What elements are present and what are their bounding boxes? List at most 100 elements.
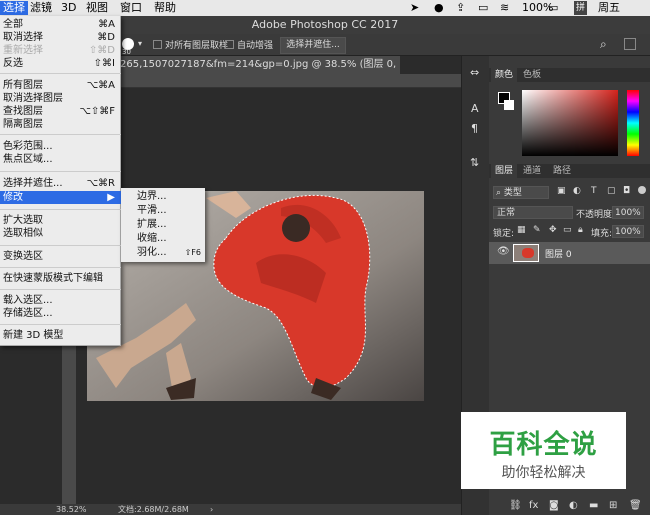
tab-color[interactable]: 颜色 [491,68,518,82]
watermark-logo: 百科全说 助你轻松解决 [461,412,626,489]
menu-item-inverse[interactable]: 反选 ⇧⌘I [0,57,121,70]
trash-icon[interactable]: 🗑︎ [629,500,642,511]
layer-name[interactable]: 图层 0 [545,247,572,260]
status-bar: 38.52% 文档:2.68M/2.68M › [0,504,461,515]
search-icon[interactable]: ⌕ [600,37,607,52]
submenu-item-label: 平滑... [137,205,167,216]
lock-transparent-icon[interactable]: ▦ [517,225,526,235]
submenu-item-expand[interactable]: 扩展... [121,218,205,232]
menu-item-label: 修改 [3,192,23,203]
opacity-input[interactable]: 100% [612,206,644,219]
menu-item-modify[interactable]: 修改 ▶ [0,191,121,204]
hue-slider[interactable] [627,90,639,156]
layer-thumbnail [513,244,539,262]
menu-item-all-layers[interactable]: 所有图层 ⌥⌘A [0,79,121,92]
menu-help[interactable]: 帮助 [154,1,176,15]
layer-row[interactable]: 👁︎ 图层 0 [489,242,650,264]
canvas-area[interactable] [76,88,461,504]
menu-item-new-3d-model[interactable]: 新建 3D 模型 [0,329,121,342]
menu-3d[interactable]: 3D [61,1,76,15]
menu-item-select-and-mask[interactable]: 选择并遮住... ⌥⌘R [0,177,121,190]
add-mask-icon[interactable]: ◙ [549,500,559,511]
paragraph-panel-icon[interactable]: ¶ [471,122,478,135]
menu-item-quick-mask[interactable]: 在快速蒙版模式下编辑 [0,272,121,285]
menu-item-label: 取消选择图层 [3,93,63,104]
submenu-item-border[interactable]: 边界... [121,190,205,204]
lock-image-icon[interactable]: ✎ [533,225,541,235]
input-method-indicator[interactable]: 拼 [574,1,588,15]
menu-item-color-range[interactable]: 色彩范围... [0,140,121,153]
wifi-icon[interactable]: ≋ [500,1,509,15]
new-layer-icon[interactable]: ⊞ [609,500,617,511]
clock[interactable]: 周五23:13 [598,1,650,28]
visibility-eye-icon[interactable]: 👁︎ [497,246,510,257]
menu-item-deselect-layers[interactable]: 取消选择图层 [0,92,121,105]
menu-item-all[interactable]: 全部 ⌘A [0,18,121,31]
menu-item-label: 取消选择 [3,32,43,43]
menu-item-isolate-layers[interactable]: 隔离图层 [0,118,121,131]
workspace-icon[interactable] [624,38,636,50]
opacity-label: 不透明度: [576,210,616,220]
airplay-icon[interactable]: ▭ [478,1,488,15]
lock-position-icon[interactable]: ✥ [549,225,557,235]
menu-item-focus-area[interactable]: 焦点区域... [0,153,121,166]
canvas-image[interactable] [76,88,461,504]
layer-filter-select[interactable]: ⌕ 类型 [493,186,549,199]
menu-item-save-selection[interactable]: 存储选区... [0,307,121,320]
character-panel-icon[interactable]: A [471,102,479,115]
upload-icon[interactable]: ⇪ [456,1,465,15]
tab-layers[interactable]: 图层 [491,164,518,178]
filter-toggle-icon[interactable] [638,186,646,194]
battery-icon[interactable]: ▭ [548,1,558,15]
filter-smart-object-icon[interactable]: ◘ [623,186,630,196]
lock-all-icon[interactable]: 🔒︎ [578,225,583,235]
adjustment-layer-icon[interactable]: ◐ [569,500,578,511]
filter-pixel-icon[interactable]: ▣ [557,186,566,196]
tab-channels[interactable]: 通道 [519,164,545,178]
menu-window[interactable]: 窗口 [120,1,142,15]
auto-enhance-checkbox[interactable] [225,40,234,49]
menu-select[interactable]: 选择 [0,1,28,15]
menu-separator [0,324,121,325]
history-panel-icon[interactable]: ⇅ [470,156,479,169]
submenu-item-feather[interactable]: 羽化... ⇧F6 [121,246,205,260]
chevron-down-icon[interactable]: ▾ [138,39,142,48]
menu-item-label: 扩大选取 [3,215,43,226]
adjust-panel-icon[interactable]: ⇔ [470,66,479,79]
menu-separator [0,245,121,246]
select-dropdown-menu: 全部 ⌘A 取消选择 ⌘D 重新选择 ⇧⌘D 反选 ⇧⌘I 所有图层 ⌥⌘A 取消选择图层… [0,16,121,346]
fill-input[interactable]: 100% [612,225,644,238]
menu-view[interactable]: 视图 [86,1,108,15]
background-color-swatch[interactable] [504,100,514,110]
menu-item-label: 反选 [3,58,23,69]
color-field[interactable] [522,90,618,156]
submenu-item-smooth[interactable]: 平滑... [121,204,205,218]
chevron-right-icon[interactable]: › [210,504,213,515]
menu-item-load-selection[interactable]: 载入选区... [0,294,121,307]
menu-item-deselect[interactable]: 取消选择 ⌘D [0,31,121,44]
select-and-mask-button[interactable]: 选择并遮住... [280,37,346,54]
document-tab[interactable]: 265,1507027187&fm=214&gp=0.jpg @ 38.5% (… [116,56,400,74]
menu-filter[interactable]: 滤镜 [30,1,52,15]
group-folder-icon[interactable]: ▬ [589,500,598,511]
qq-icon[interactable]: ● [434,1,444,15]
filter-type-icon[interactable]: T [591,186,597,196]
menu-item-similar[interactable]: 选取相似 [0,227,121,240]
tab-swatches[interactable]: 色板 [519,68,545,82]
filter-shape-icon[interactable]: ▢ [607,186,616,196]
menu-item-label: 所有图层 [3,80,43,91]
location-icon[interactable]: ➤ [410,1,419,15]
menu-item-shortcut: ⌥⇧⌘F [79,106,115,117]
link-layers-icon[interactable]: ⛓ [509,500,522,511]
menu-item-find-layers[interactable]: 查找图层 ⌥⇧⌘F [0,105,121,118]
tab-paths[interactable]: 路径 [549,164,575,178]
fx-icon[interactable]: fx [529,500,538,511]
zoom-level[interactable]: 38.52% [56,504,87,515]
submenu-item-contract[interactable]: 收缩... [121,232,205,246]
lock-artboard-icon[interactable]: ▭ [563,225,572,235]
menu-item-transform-selection[interactable]: 变换选区 [0,250,121,263]
filter-adjustment-icon[interactable]: ◐ [573,186,581,196]
sample-all-layers-checkbox[interactable] [153,40,162,49]
blend-mode-select[interactable]: 正常 [493,206,573,219]
menu-item-grow[interactable]: 扩大选取 [0,214,121,227]
